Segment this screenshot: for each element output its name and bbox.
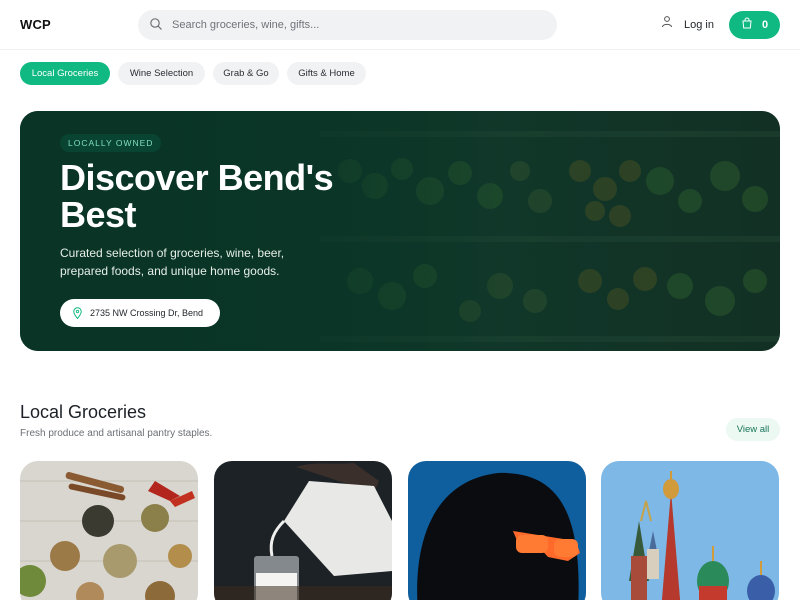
- hero-badge: LOCALLY OWNED: [60, 134, 162, 152]
- milk-image: [214, 461, 392, 600]
- category-pill-local-groceries[interactable]: Local Groceries: [20, 62, 110, 85]
- site-logo[interactable]: WCP: [20, 17, 51, 32]
- section-title: Local Groceries: [20, 402, 147, 422]
- address-label: 2735 NW Crossing Dr, Bend: [90, 308, 204, 318]
- category-pill-grab-and-go[interactable]: Grab & Go: [213, 62, 279, 85]
- view-all-button[interactable]: View all: [726, 418, 780, 441]
- category-pill-gifts-and-home[interactable]: Gifts & Home: [287, 62, 366, 85]
- product-card-sunglasses[interactable]: [408, 461, 586, 600]
- hero-description: Curated selection of groceries, wine, be…: [60, 246, 285, 278]
- product-card-spices[interactable]: [20, 461, 198, 600]
- search-icon: [150, 18, 162, 30]
- search-bar[interactable]: [138, 10, 557, 40]
- spices-image: [20, 461, 198, 600]
- map-pin-icon: [73, 307, 82, 319]
- hero-title: Discover Bend's Best: [60, 157, 334, 235]
- login-link[interactable]: Log in: [684, 19, 714, 31]
- product-card-moscow[interactable]: [601, 461, 779, 600]
- search-input[interactable]: [172, 10, 542, 40]
- cart-count: 0: [762, 19, 769, 31]
- sunglasses-image: [408, 461, 586, 600]
- shopping-bag-icon: [742, 17, 752, 29]
- section-subtitle: Fresh produce and artisanal pantry stapl…: [20, 428, 213, 439]
- cart-button[interactable]: 0: [729, 11, 780, 39]
- cathedral-image: [601, 461, 779, 600]
- address-button[interactable]: 2735 NW Crossing Dr, Bend: [60, 299, 220, 327]
- user-icon[interactable]: [661, 15, 673, 28]
- site-header: WCP Log in 0: [0, 0, 800, 50]
- category-pill-wine-selection[interactable]: Wine Selection: [118, 62, 205, 85]
- hero-banner: LOCALLY OWNED Discover Bend's Best Curat…: [20, 111, 780, 351]
- product-card-milk[interactable]: [214, 461, 392, 600]
